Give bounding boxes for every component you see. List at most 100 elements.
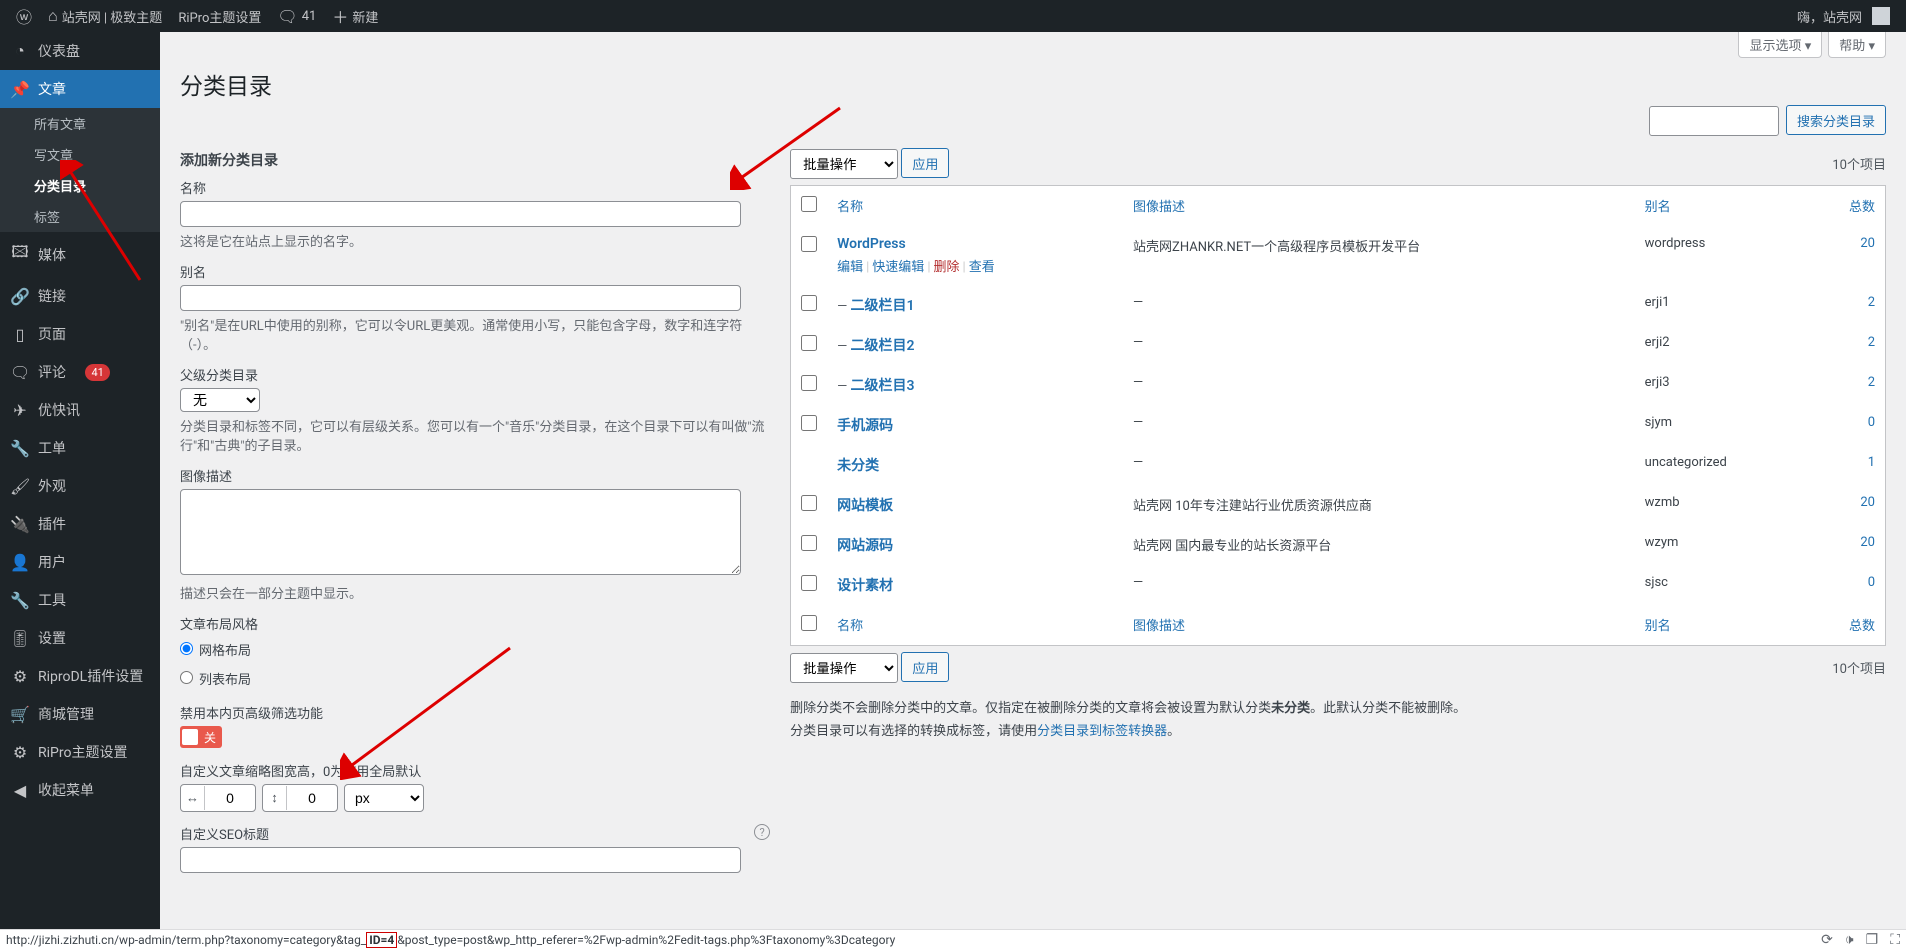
count-link[interactable]: 1 bbox=[1868, 455, 1875, 470]
count-link[interactable]: 2 bbox=[1868, 295, 1875, 310]
count-link[interactable]: 20 bbox=[1860, 236, 1875, 251]
screen-options-toggle[interactable]: 显示选项 bbox=[1738, 32, 1822, 58]
converter-link[interactable]: 分类目录到标签转换器 bbox=[1037, 724, 1167, 739]
menu-comments[interactable]: 🗨评论 41 bbox=[0, 353, 160, 391]
layout-grid-radio[interactable] bbox=[180, 642, 193, 655]
category-name-link[interactable]: 二级栏目1 bbox=[850, 298, 914, 314]
sub-categories[interactable]: 分类目录 bbox=[0, 170, 160, 201]
menu-shop[interactable]: 🛒商城管理 bbox=[0, 695, 160, 733]
status-icon-1[interactable]: ⟳ bbox=[1821, 932, 1833, 948]
new-content[interactable]: ＋新建 bbox=[324, 0, 386, 32]
menu-appearance[interactable]: 🖌外观 bbox=[0, 467, 160, 505]
menu-dashboard[interactable]: ◔仪表盘 bbox=[0, 32, 160, 70]
menu-ripro-theme[interactable]: ⚙RiPro主题设置 bbox=[0, 733, 160, 771]
col-count-footer[interactable]: 总数 bbox=[1805, 605, 1885, 645]
name-input[interactable] bbox=[180, 201, 741, 227]
menu-news[interactable]: ✈优快讯 bbox=[0, 391, 160, 429]
cell-imgdesc: — bbox=[1123, 565, 1635, 605]
count-link[interactable]: 2 bbox=[1868, 375, 1875, 390]
thumb-width-input[interactable] bbox=[205, 786, 255, 810]
menu-riprodl[interactable]: ⚙RiproDL插件设置 bbox=[0, 657, 160, 695]
action-edit[interactable]: 编辑 bbox=[837, 260, 863, 275]
row-checkbox[interactable] bbox=[801, 575, 817, 591]
status-icon-3[interactable]: ❐ bbox=[1866, 932, 1879, 948]
count-link[interactable]: 2 bbox=[1868, 335, 1875, 350]
menu-tools[interactable]: 🔧工具 bbox=[0, 581, 160, 619]
count-link[interactable]: 20 bbox=[1860, 535, 1875, 550]
site-name[interactable]: ⌂站壳网 | 极致主题 bbox=[40, 0, 170, 32]
row-checkbox[interactable] bbox=[801, 335, 817, 351]
category-name-link[interactable]: 设计素材 bbox=[837, 578, 893, 594]
disable-filter-switch[interactable]: 关 bbox=[180, 726, 222, 748]
category-name-link[interactable]: 未分类 bbox=[837, 458, 879, 474]
seo-title-label: 自定义SEO标题 bbox=[180, 824, 770, 843]
bulk-apply-top[interactable]: 应用 bbox=[901, 148, 949, 178]
action-delete[interactable]: 删除 bbox=[934, 260, 960, 275]
col-imgdesc-footer[interactable]: 图像描述 bbox=[1123, 605, 1635, 645]
menu-users[interactable]: 👤用户 bbox=[0, 543, 160, 581]
row-checkbox[interactable] bbox=[801, 375, 817, 391]
my-account[interactable]: 嗨，站壳网 bbox=[1789, 0, 1898, 32]
layout-list-radio[interactable] bbox=[180, 671, 193, 684]
wp-logo[interactable]: ⓦ bbox=[8, 0, 40, 32]
cell-slug: sjym bbox=[1635, 405, 1805, 445]
menu-posts[interactable]: 📌文章 bbox=[0, 70, 160, 108]
count-link[interactable]: 0 bbox=[1868, 415, 1875, 430]
category-name-link[interactable]: 手机源码 bbox=[837, 418, 893, 434]
bulk-action-select-top[interactable]: 批量操作 bbox=[790, 149, 898, 179]
seo-title-input[interactable] bbox=[180, 847, 741, 873]
category-name-link[interactable]: 网站源码 bbox=[837, 538, 893, 554]
category-name-link[interactable]: 网站模板 bbox=[837, 498, 893, 514]
select-all-bottom[interactable] bbox=[801, 615, 817, 631]
col-name-header[interactable]: 名称 bbox=[827, 186, 1123, 226]
table-row: — 二级栏目1—erji12 bbox=[791, 285, 1885, 325]
row-checkbox[interactable] bbox=[801, 535, 817, 551]
parent-select[interactable]: 无 bbox=[180, 388, 260, 412]
menu-tickets[interactable]: 🔧工单 bbox=[0, 429, 160, 467]
collapse-icon: ◀ bbox=[10, 781, 30, 800]
comments-link[interactable]: 🗨41 bbox=[269, 0, 324, 32]
action-quick-edit[interactable]: 快速编辑 bbox=[872, 260, 924, 275]
status-icon-2[interactable]: 🕩 bbox=[1845, 932, 1854, 948]
sub-new-post[interactable]: 写文章 bbox=[0, 139, 160, 170]
bulk-apply-bottom[interactable]: 应用 bbox=[901, 652, 949, 682]
col-count-header[interactable]: 总数 bbox=[1805, 186, 1885, 226]
count-link[interactable]: 0 bbox=[1868, 575, 1875, 590]
imgdesc-desc: 描述只会在一部分主题中显示。 bbox=[180, 583, 770, 602]
menu-media[interactable]: 🖾媒体 bbox=[0, 232, 160, 277]
status-icon-4[interactable]: ⛶ bbox=[1890, 932, 1900, 948]
col-slug-footer[interactable]: 别名 bbox=[1635, 605, 1805, 645]
ripro-link[interactable]: RiPro主题设置 bbox=[170, 0, 269, 32]
col-name-footer[interactable]: 名称 bbox=[827, 605, 1123, 645]
search-input[interactable] bbox=[1649, 106, 1779, 136]
thumb-unit-select[interactable]: px bbox=[344, 784, 424, 812]
category-name-link[interactable]: WordPress bbox=[837, 236, 906, 252]
bulk-action-select-bottom[interactable]: 批量操作 bbox=[790, 653, 898, 683]
select-all-top[interactable] bbox=[801, 196, 817, 212]
row-checkbox[interactable] bbox=[801, 236, 817, 252]
slug-input[interactable] bbox=[180, 285, 741, 311]
help-toggle[interactable]: 帮助 bbox=[1828, 32, 1886, 58]
category-name-link[interactable]: 二级栏目3 bbox=[850, 378, 914, 394]
row-checkbox[interactable] bbox=[801, 495, 817, 511]
imgdesc-textarea[interactable] bbox=[180, 489, 741, 575]
count-link[interactable]: 20 bbox=[1860, 495, 1875, 510]
col-slug-header[interactable]: 别名 bbox=[1635, 186, 1805, 226]
sub-tags[interactable]: 标签 bbox=[0, 201, 160, 232]
menu-pages[interactable]: ▯页面 bbox=[0, 315, 160, 353]
action-view[interactable]: 查看 bbox=[969, 260, 995, 275]
row-checkbox[interactable] bbox=[801, 295, 817, 311]
search-button[interactable]: 搜索分类目录 bbox=[1786, 105, 1886, 135]
col-imgdesc-header[interactable]: 图像描述 bbox=[1123, 186, 1635, 226]
menu-collapse[interactable]: ◀收起菜单 bbox=[0, 771, 160, 809]
layout-list-option[interactable]: 列表布局 bbox=[180, 666, 770, 691]
category-name-link[interactable]: 二级栏目2 bbox=[850, 338, 914, 354]
layout-grid-option[interactable]: 网格布局 bbox=[180, 637, 770, 662]
sub-all-posts[interactable]: 所有文章 bbox=[0, 108, 160, 139]
menu-plugins[interactable]: 🔌插件 bbox=[0, 505, 160, 543]
menu-settings[interactable]: 🎚设置 bbox=[0, 619, 160, 657]
row-checkbox[interactable] bbox=[801, 415, 817, 431]
thumb-height-input[interactable] bbox=[287, 786, 337, 810]
menu-links[interactable]: 🔗链接 bbox=[0, 277, 160, 315]
help-icon[interactable]: ? bbox=[754, 824, 770, 840]
